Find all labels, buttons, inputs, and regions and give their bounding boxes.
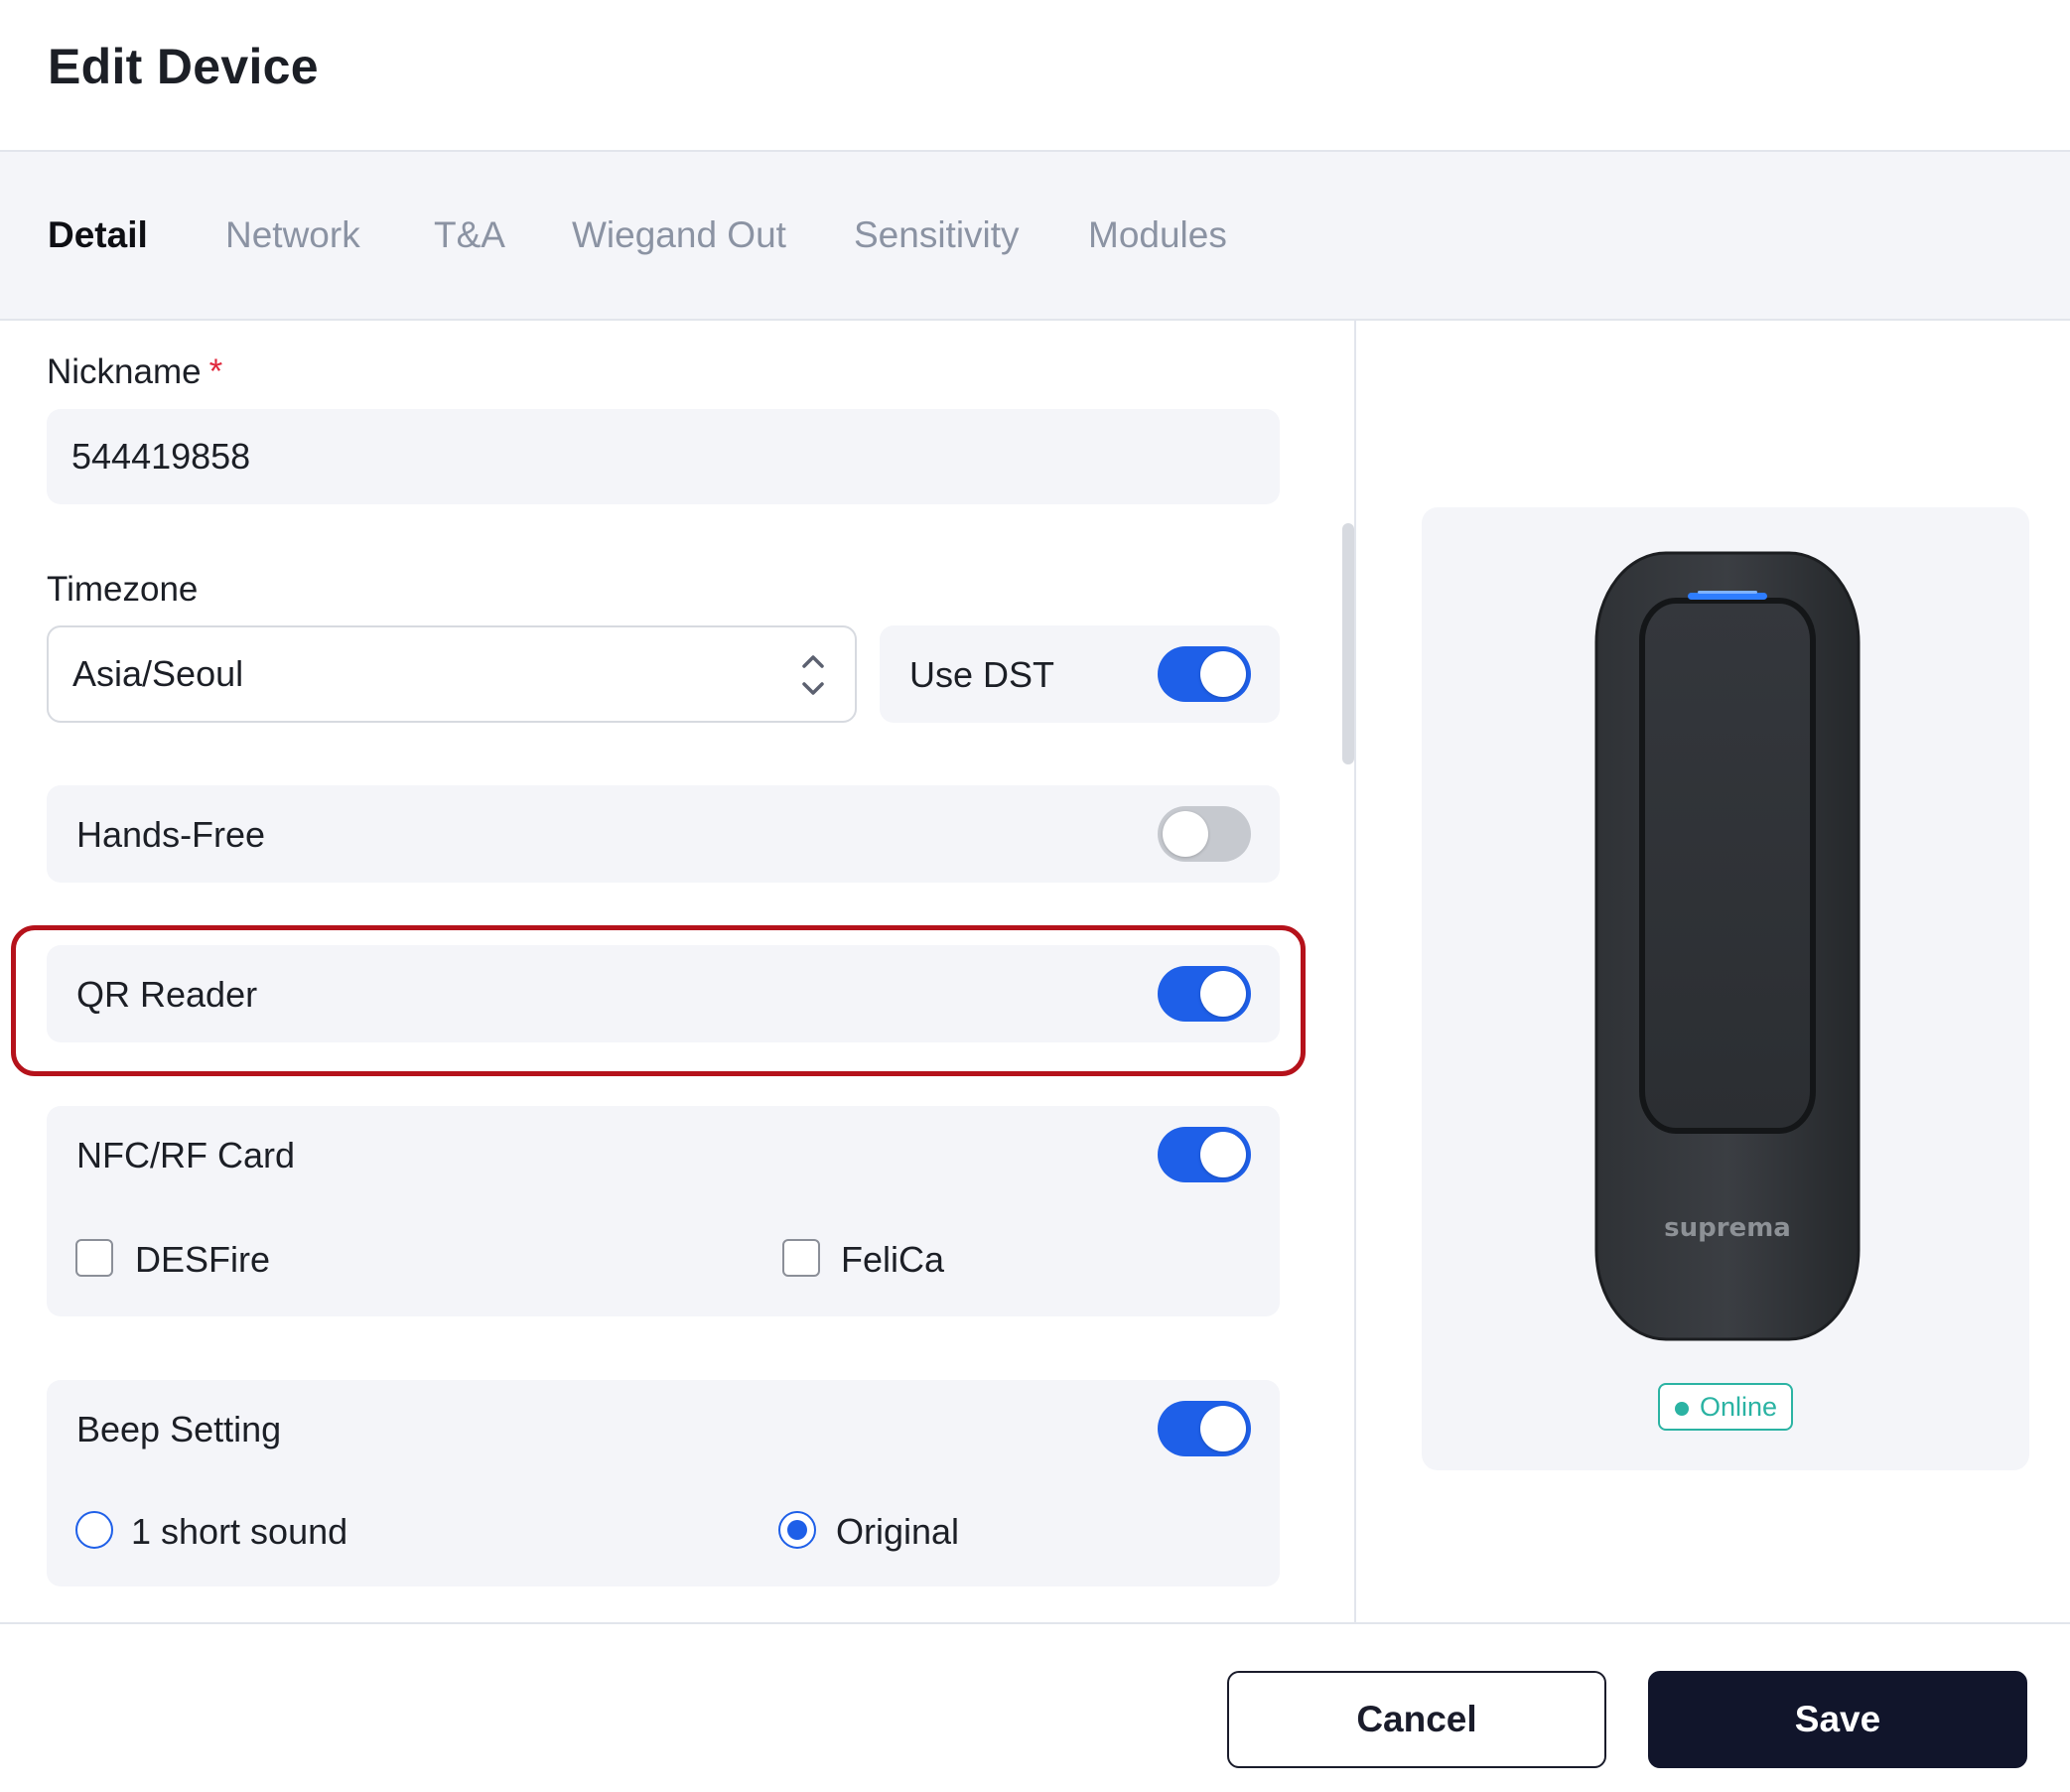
short-sound-radio[interactable] (75, 1511, 113, 1549)
chevron-updown-icon (802, 655, 824, 695)
qr-reader-toggle[interactable] (1158, 966, 1251, 1022)
hands-free-toggle[interactable] (1158, 806, 1251, 862)
toggle-knob (1200, 1132, 1246, 1177)
felica-checkbox[interactable] (782, 1239, 820, 1277)
form-scrollbar[interactable] (1342, 523, 1354, 764)
beep-setting-toggle[interactable] (1158, 1401, 1251, 1456)
toggle-knob (1200, 651, 1246, 697)
save-button[interactable]: Save (1648, 1671, 2027, 1768)
toggle-knob (1200, 1406, 1246, 1451)
timezone-label: Timezone (47, 570, 199, 609)
device-brand-logo: suprema (1664, 1213, 1791, 1243)
nfc-label: NFC/RF Card (76, 1135, 296, 1175)
original-label: Original (836, 1511, 960, 1552)
tab-detail[interactable]: Detail (48, 214, 148, 256)
dialog-title: Edit Device (48, 39, 319, 94)
required-mark: * (208, 352, 223, 391)
desfire-checkbox[interactable] (75, 1239, 113, 1277)
tab-bar: Detail Network T&A Wiegand Out Sensitivi… (0, 152, 2070, 321)
felica-label: FeliCa (841, 1239, 945, 1280)
nickname-label: Nickname * (47, 352, 223, 391)
status-dot-icon (1675, 1402, 1689, 1416)
status-text: Online (1700, 1392, 1778, 1422)
column-divider (1354, 321, 1356, 1623)
timezone-select[interactable]: Asia/Seoul (47, 625, 857, 723)
short-sound-label: 1 short sound (131, 1511, 348, 1552)
footer-divider (0, 1622, 2070, 1624)
tab-network[interactable]: Network (225, 214, 360, 256)
use-dst-card: Use DST (880, 625, 1280, 723)
device-image: suprema (1594, 551, 1861, 1341)
beep-setting-card: Beep Setting 1 short sound Original (47, 1380, 1280, 1586)
original-radio[interactable] (778, 1511, 816, 1549)
desfire-label: DESFire (135, 1239, 271, 1280)
qr-reader-card: QR Reader (47, 945, 1280, 1042)
use-dst-toggle[interactable] (1158, 646, 1251, 702)
use-dst-label: Use DST (909, 654, 1055, 695)
device-preview-panel: suprema Online (1422, 507, 2029, 1470)
cancel-button[interactable]: Cancel (1227, 1671, 1606, 1768)
tab-modules[interactable]: Modules (1088, 214, 1227, 256)
nfc-card: NFC/RF Card DESFire FeliCa (47, 1106, 1280, 1316)
nickname-value: 544419858 (71, 436, 251, 477)
toggle-knob (1163, 811, 1208, 857)
qr-reader-label: QR Reader (76, 974, 258, 1015)
status-badge: Online (1658, 1383, 1793, 1431)
hands-free-label: Hands-Free (76, 814, 266, 855)
nickname-field[interactable]: 544419858 (47, 409, 1280, 504)
hands-free-card: Hands-Free (47, 785, 1280, 883)
nfc-toggle[interactable] (1158, 1127, 1251, 1182)
tab-sensitivity[interactable]: Sensitivity (854, 214, 1020, 256)
beep-setting-label: Beep Setting (76, 1409, 282, 1449)
tab-wiegand-out[interactable]: Wiegand Out (572, 214, 786, 256)
dialog-header: Edit Device (0, 0, 2070, 152)
tab-ta[interactable]: T&A (434, 214, 505, 256)
toggle-knob (1200, 971, 1246, 1017)
timezone-value: Asia/Seoul (72, 653, 244, 694)
